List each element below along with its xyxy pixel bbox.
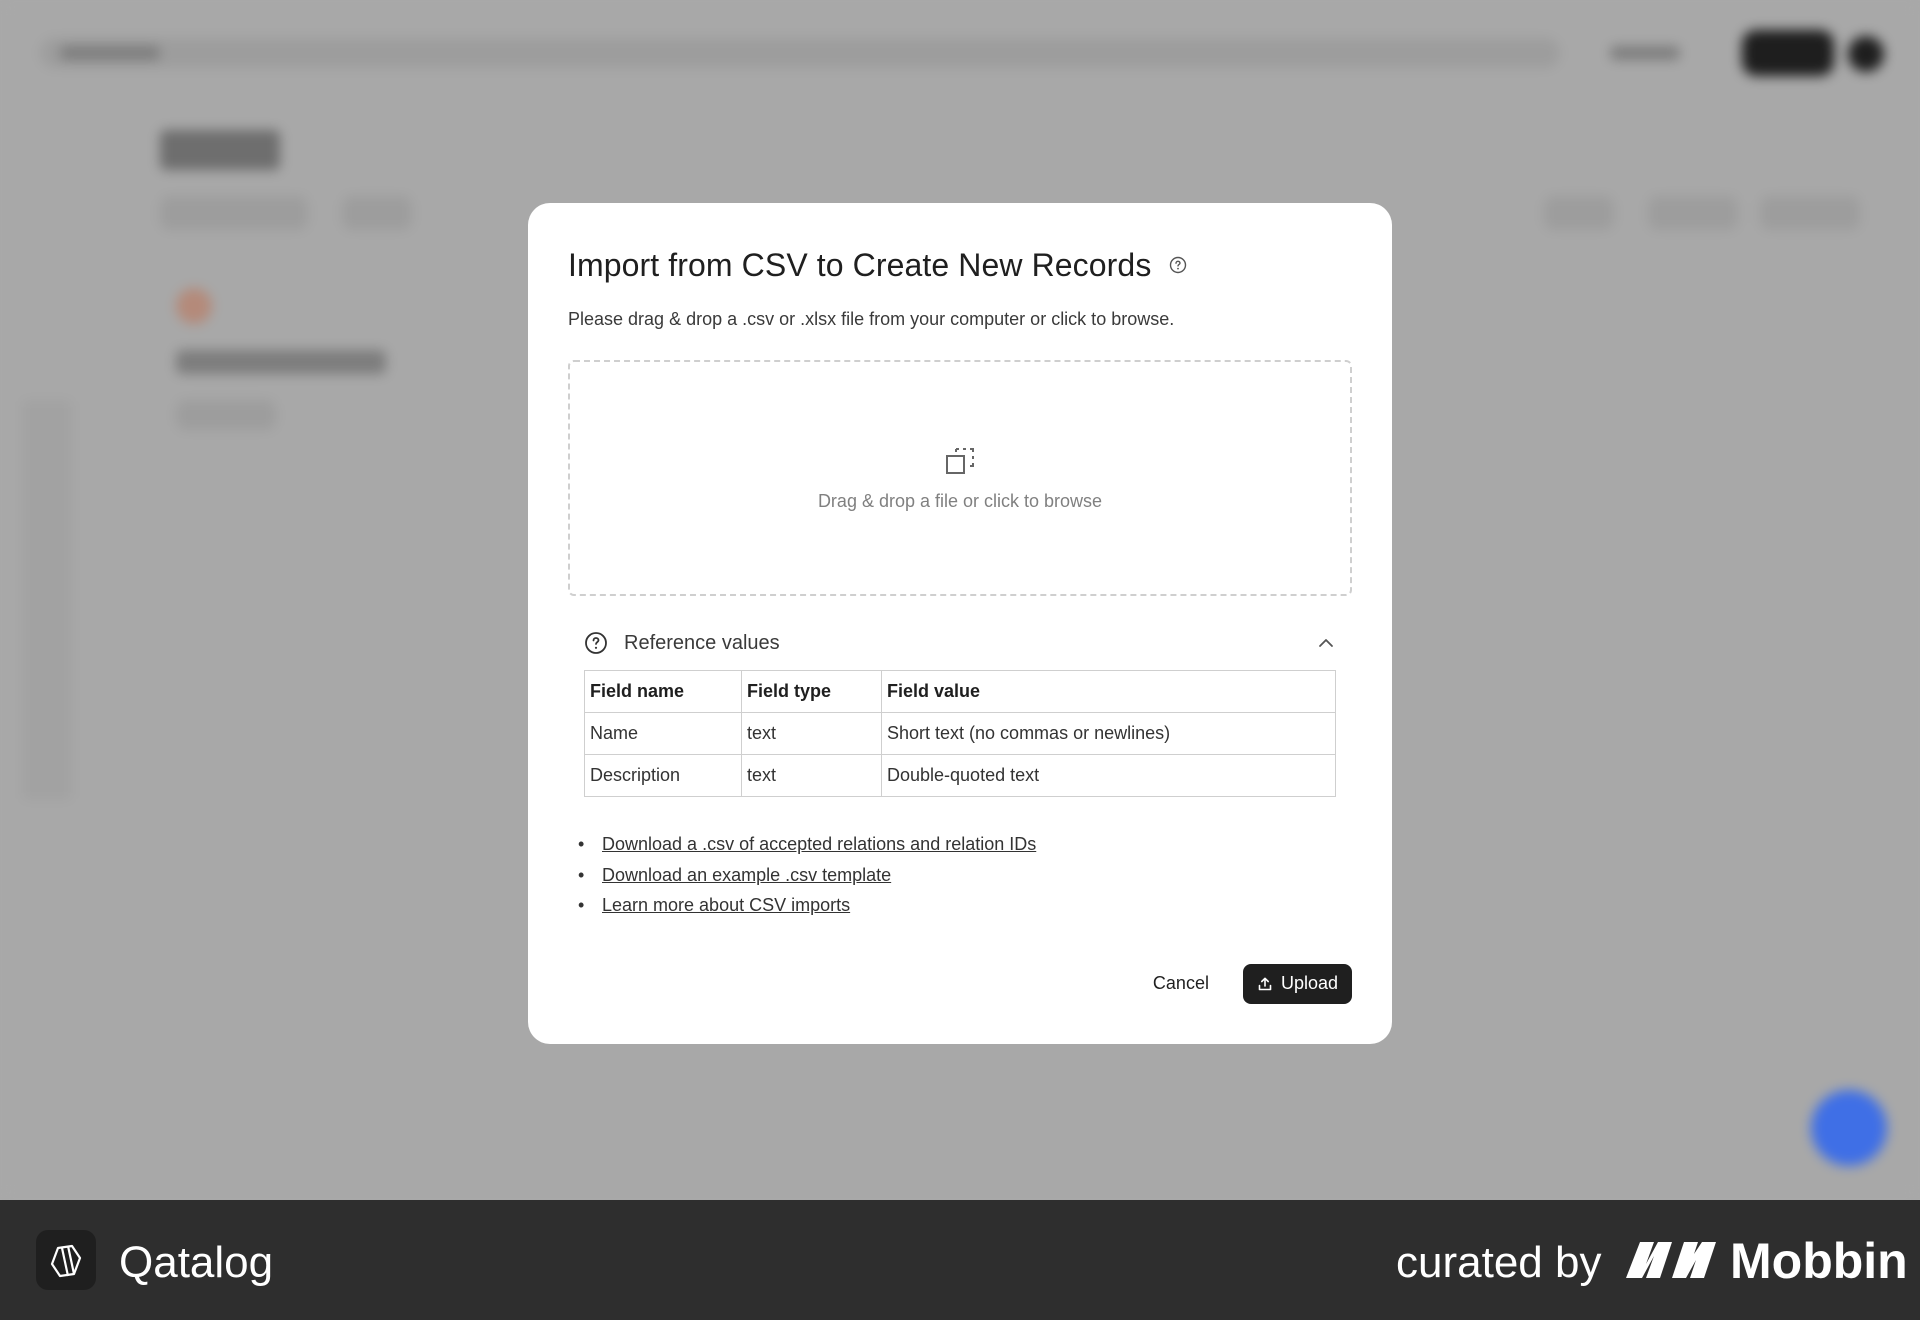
bg-view-button <box>342 196 412 230</box>
bg-record-tag <box>176 400 276 430</box>
bg-top-button <box>1742 30 1834 76</box>
brand-name: Qatalog <box>119 1238 274 1287</box>
list-item: Learn more about CSV imports <box>578 890 1352 921</box>
reference-values-table: Field name Field type Field value Name t… <box>584 670 1336 797</box>
bg-top-link <box>1610 46 1680 60</box>
attribution-footer: Qatalog curated by Mobbin <box>0 1200 1920 1320</box>
table-cell: Description <box>584 754 742 797</box>
bg-filter-button <box>160 196 308 230</box>
download-template-link[interactable]: Download an example .csv template <box>602 865 891 885</box>
question-circle-icon <box>584 631 608 655</box>
list-item: Download an example .csv template <box>578 860 1352 891</box>
column-header: Field type <box>741 670 882 713</box>
table-header-row: Field name Field type Field value <box>584 670 1336 713</box>
bg-right-button-3 <box>1760 196 1860 230</box>
table-row: Description text Double-quoted text <box>584 754 1336 797</box>
mobbin-wordmark: Mobbin <box>1730 1233 1908 1289</box>
reference-values-toggle[interactable]: Reference values <box>568 626 1352 660</box>
upload-icon <box>1257 976 1273 992</box>
bg-record-avatar <box>176 288 212 324</box>
bg-top-avatar <box>1848 36 1884 72</box>
table-cell: Short text (no commas or newlines) <box>881 712 1336 755</box>
help-icon[interactable] <box>1169 256 1187 274</box>
table-cell: text <box>741 754 882 797</box>
table-cell: text <box>741 712 882 755</box>
modal-title: Import from CSV to Create New Records <box>568 246 1152 283</box>
cancel-button[interactable]: Cancel <box>1137 963 1225 1004</box>
modal-header: Import from CSV to Create New Records <box>568 243 1352 287</box>
reference-values-title: Reference values <box>624 631 780 654</box>
chevron-up-icon[interactable] <box>1316 633 1336 653</box>
modal-description: Please drag & drop a .csv or .xlsx file … <box>568 309 1175 329</box>
modal-actions: Cancel Upload <box>1137 963 1352 1004</box>
download-relations-link[interactable]: Download a .csv of accepted relations an… <box>602 834 1036 854</box>
bg-record-title <box>176 350 386 374</box>
bg-page-title <box>160 130 280 170</box>
file-upload-icon <box>944 445 976 477</box>
qatalog-logo <box>36 1230 96 1290</box>
list-item: Download a .csv of accepted relations an… <box>578 829 1352 860</box>
table-cell: Name <box>584 712 742 755</box>
table-cell: Double-quoted text <box>881 754 1336 797</box>
column-header: Field value <box>881 670 1336 713</box>
table-row: Name text Short text (no commas or newli… <box>584 712 1336 755</box>
curated-by-text: curated by <box>1396 1238 1602 1287</box>
learn-more-link[interactable]: Learn more about CSV imports <box>602 895 850 915</box>
bg-right-button-2 <box>1648 196 1738 230</box>
upload-button[interactable]: Upload <box>1242 963 1352 1004</box>
column-header: Field name <box>584 670 742 713</box>
bg-sidebar <box>22 400 72 800</box>
bg-search-bar <box>40 38 1560 68</box>
bg-fab-button <box>1811 1090 1887 1166</box>
file-dropzone[interactable]: Drag & drop a file or click to browse <box>568 360 1352 596</box>
dropzone-text: Drag & drop a file or click to browse <box>817 490 1103 511</box>
upload-button-label: Upload <box>1280 973 1338 993</box>
csv-import-modal: Import from CSV to Create New Records Pl… <box>528 203 1392 1044</box>
mobbin-logo-icon <box>1626 1238 1716 1282</box>
bg-right-button-1 <box>1544 196 1614 230</box>
bg-breadcrumb <box>60 46 160 60</box>
help-links-list: Download a .csv of accepted relations an… <box>568 829 1352 921</box>
